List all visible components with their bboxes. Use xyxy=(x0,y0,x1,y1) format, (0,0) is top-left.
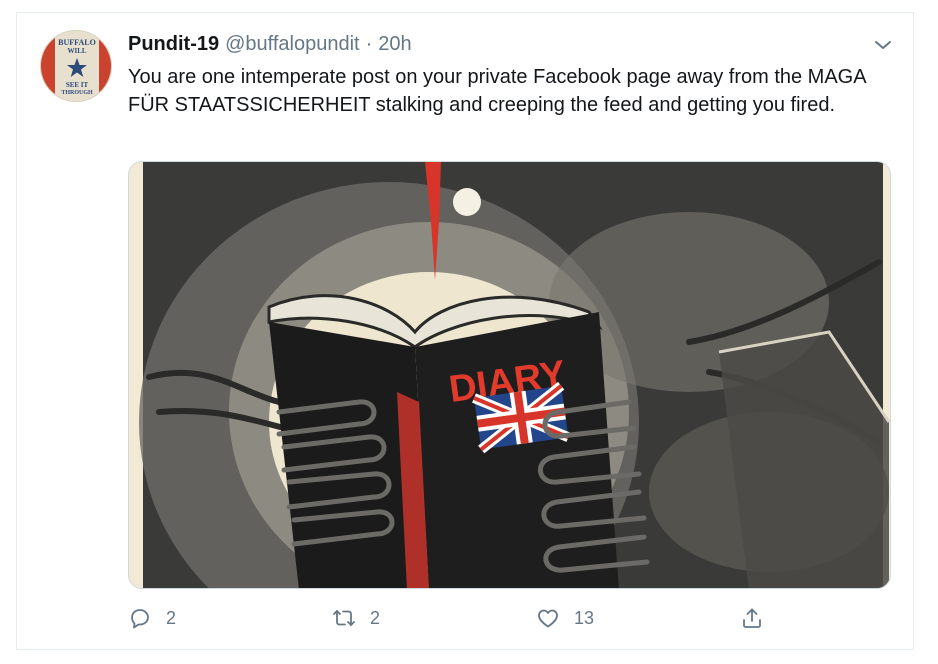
avatar-image: BUFFALO WILL SEE IT THROUGH xyxy=(41,31,111,101)
avatar-text-1: BUFFALO xyxy=(58,38,96,47)
avatar-text-4: THROUGH xyxy=(61,90,93,96)
avatar-text-3: SEE IT xyxy=(66,81,89,89)
display-name[interactable]: Pundit-19 xyxy=(128,33,219,56)
retweet-icon xyxy=(333,610,355,626)
separator-dot: · xyxy=(365,33,373,55)
retweet-button[interactable]: 2 xyxy=(332,604,380,632)
share-button[interactable] xyxy=(740,604,778,632)
tweet-card[interactable]: BUFFALO WILL SEE IT THROUGH Pundit-19 @b… xyxy=(16,12,914,650)
tweet-header: Pundit-19 @buffalopundit · 20h xyxy=(128,33,412,59)
avatar-text-2: WILL xyxy=(67,47,86,55)
diary-poster-image: DIARY xyxy=(129,162,890,588)
reply-icon xyxy=(131,609,149,629)
timestamp[interactable]: 20h xyxy=(378,33,411,56)
reply-button[interactable]: 2 xyxy=(128,604,176,632)
like-count: 13 xyxy=(574,607,595,628)
like-button[interactable]: 13 xyxy=(536,604,594,632)
tweet-actions: 2 2 13 xyxy=(128,604,888,632)
user-handle[interactable]: @buffalopundit xyxy=(225,33,359,56)
chevron-down-icon xyxy=(875,41,891,49)
share-icon xyxy=(743,608,761,628)
more-options-button[interactable] xyxy=(871,33,895,57)
reply-count: 2 xyxy=(166,607,177,628)
like-icon xyxy=(538,609,558,628)
avatar[interactable]: BUFFALO WILL SEE IT THROUGH xyxy=(40,30,112,102)
tweet-text: You are one intemperate post on your pri… xyxy=(128,66,866,116)
retweet-count: 2 xyxy=(370,607,381,628)
tweet-media[interactable]: DIARY xyxy=(128,161,891,589)
